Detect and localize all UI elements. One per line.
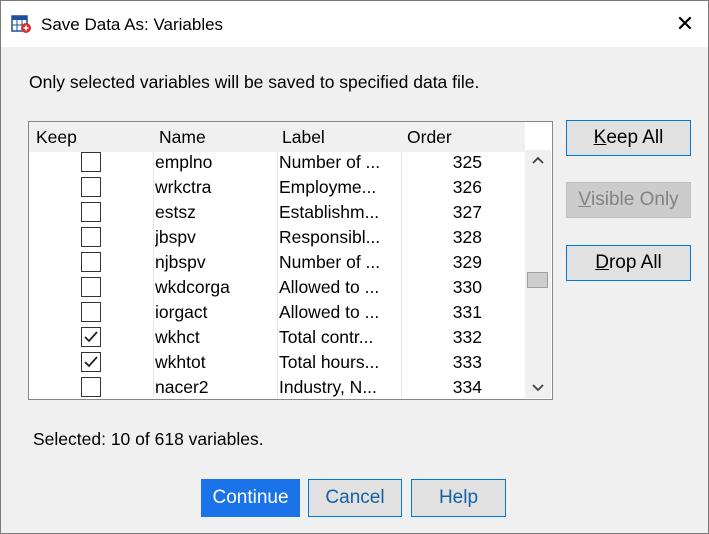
header-name[interactable]: Name <box>159 127 206 148</box>
checkmark-icon <box>84 331 98 343</box>
variable-name: wkhct <box>155 327 200 347</box>
keep-checkbox[interactable] <box>81 352 101 372</box>
keep-all-mnemonic: K <box>593 127 607 148</box>
visible-only-label: isible Only <box>591 189 679 210</box>
keep-checkbox[interactable] <box>81 252 101 272</box>
scroll-down-button[interactable] <box>525 378 551 398</box>
variable-order: 327 <box>452 202 482 222</box>
variable-label: Industry, N... <box>279 377 377 397</box>
variable-name: iorgact <box>155 302 208 322</box>
variable-order: 332 <box>452 327 482 347</box>
chevron-up-icon <box>532 156 544 164</box>
keep-checkbox[interactable] <box>81 327 101 347</box>
keep-checkbox[interactable] <box>81 152 101 172</box>
keep-checkbox[interactable] <box>81 227 101 247</box>
table-row[interactable]: wkdcorga Allowed to ... 330 <box>29 275 525 300</box>
drop-all-button[interactable]: Drop All <box>566 245 691 281</box>
variable-order: 331 <box>452 302 482 322</box>
variable-label: Employme... <box>279 177 377 197</box>
window-title: Save Data As: Variables <box>41 15 224 34</box>
drop-all-mnemonic: D <box>595 252 609 273</box>
vertical-scrollbar[interactable] <box>525 150 551 398</box>
keep-checkbox[interactable] <box>81 177 101 197</box>
variable-label: Responsibl... <box>279 227 381 247</box>
visible-only-mnemonic: V <box>578 189 592 210</box>
checkmark-icon <box>84 356 98 368</box>
header-label[interactable]: Label <box>282 127 325 148</box>
keep-checkbox[interactable] <box>81 277 101 297</box>
spss-data-icon <box>10 13 32 35</box>
variable-name: nacer2 <box>155 377 209 397</box>
variable-label: Number of ... <box>279 252 381 272</box>
variable-label: Allowed to ... <box>279 302 380 322</box>
variable-label: Number of ... <box>279 152 381 172</box>
table-row[interactable]: iorgact Allowed to ... 331 <box>29 300 525 325</box>
variable-label: Total contr... <box>279 327 374 347</box>
variable-order: 329 <box>452 252 482 272</box>
variable-order: 334 <box>452 377 482 397</box>
table-row[interactable]: njbspv Number of ... 329 <box>29 250 525 275</box>
variable-name: wkhtot <box>155 352 206 372</box>
header-keep[interactable]: Keep <box>36 127 77 148</box>
variables-list: Keep Name Label Order emplno Number of ..… <box>28 121 553 400</box>
variable-order: 328 <box>452 227 482 247</box>
variable-name: estsz <box>155 202 196 222</box>
continue-button[interactable]: Continue <box>201 479 300 517</box>
keep-checkbox[interactable] <box>81 377 101 397</box>
variable-name: njbspv <box>155 252 206 272</box>
title-bar: Save Data As: Variables ✕ <box>1 1 708 47</box>
table-row[interactable]: wrkctra Employme... 326 <box>29 175 525 200</box>
table-row[interactable]: nacer2 Industry, N... 334 <box>29 375 525 398</box>
list-header: Keep Name Label Order <box>29 122 525 152</box>
keep-all-label: eep All <box>606 127 664 148</box>
variable-label: Allowed to ... <box>279 277 380 297</box>
visible-only-button[interactable]: Visible Only <box>566 182 691 218</box>
table-row[interactable]: jbspv Responsibl... 328 <box>29 225 525 250</box>
table-row[interactable]: estsz Establishm... 327 <box>29 200 525 225</box>
table-row[interactable]: emplno Number of ... 325 <box>29 150 525 175</box>
variable-order: 333 <box>452 352 482 372</box>
variable-label: Establishm... <box>279 202 380 222</box>
cancel-button[interactable]: Cancel <box>308 479 402 517</box>
drop-all-label: rop All <box>608 252 662 273</box>
variable-name: wkdcorga <box>155 277 230 297</box>
keep-all-button[interactable]: Keep All <box>566 120 691 156</box>
variable-order: 325 <box>452 152 482 172</box>
variable-order: 330 <box>452 277 482 297</box>
save-data-dialog: Save Data As: Variables ✕ Only selected … <box>0 0 709 534</box>
list-rows: emplno Number of ... 325 wrkctra Employme...… <box>29 150 525 398</box>
variable-label: Total hours... <box>279 352 380 372</box>
scroll-up-button[interactable] <box>525 150 551 170</box>
selection-status: Selected: 10 of 618 variables. <box>33 429 264 449</box>
variable-name: emplno <box>155 152 213 172</box>
table-row[interactable]: wkhtot Total hours... 333 <box>29 350 525 375</box>
variable-order: 326 <box>452 177 482 197</box>
variable-name: wrkctra <box>155 177 212 197</box>
keep-checkbox[interactable] <box>81 302 101 322</box>
chevron-down-icon <box>532 384 544 392</box>
instruction-text: Only selected variables will be saved to… <box>29 72 480 92</box>
help-button[interactable]: Help <box>411 479 506 517</box>
variable-name: jbspv <box>155 227 196 247</box>
table-row[interactable]: wkhct Total contr... 332 <box>29 325 525 350</box>
close-icon: ✕ <box>675 11 695 36</box>
header-order[interactable]: Order <box>407 127 452 148</box>
keep-checkbox[interactable] <box>81 202 101 222</box>
close-button[interactable]: ✕ <box>662 1 708 47</box>
scroll-thumb[interactable] <box>527 272 548 288</box>
